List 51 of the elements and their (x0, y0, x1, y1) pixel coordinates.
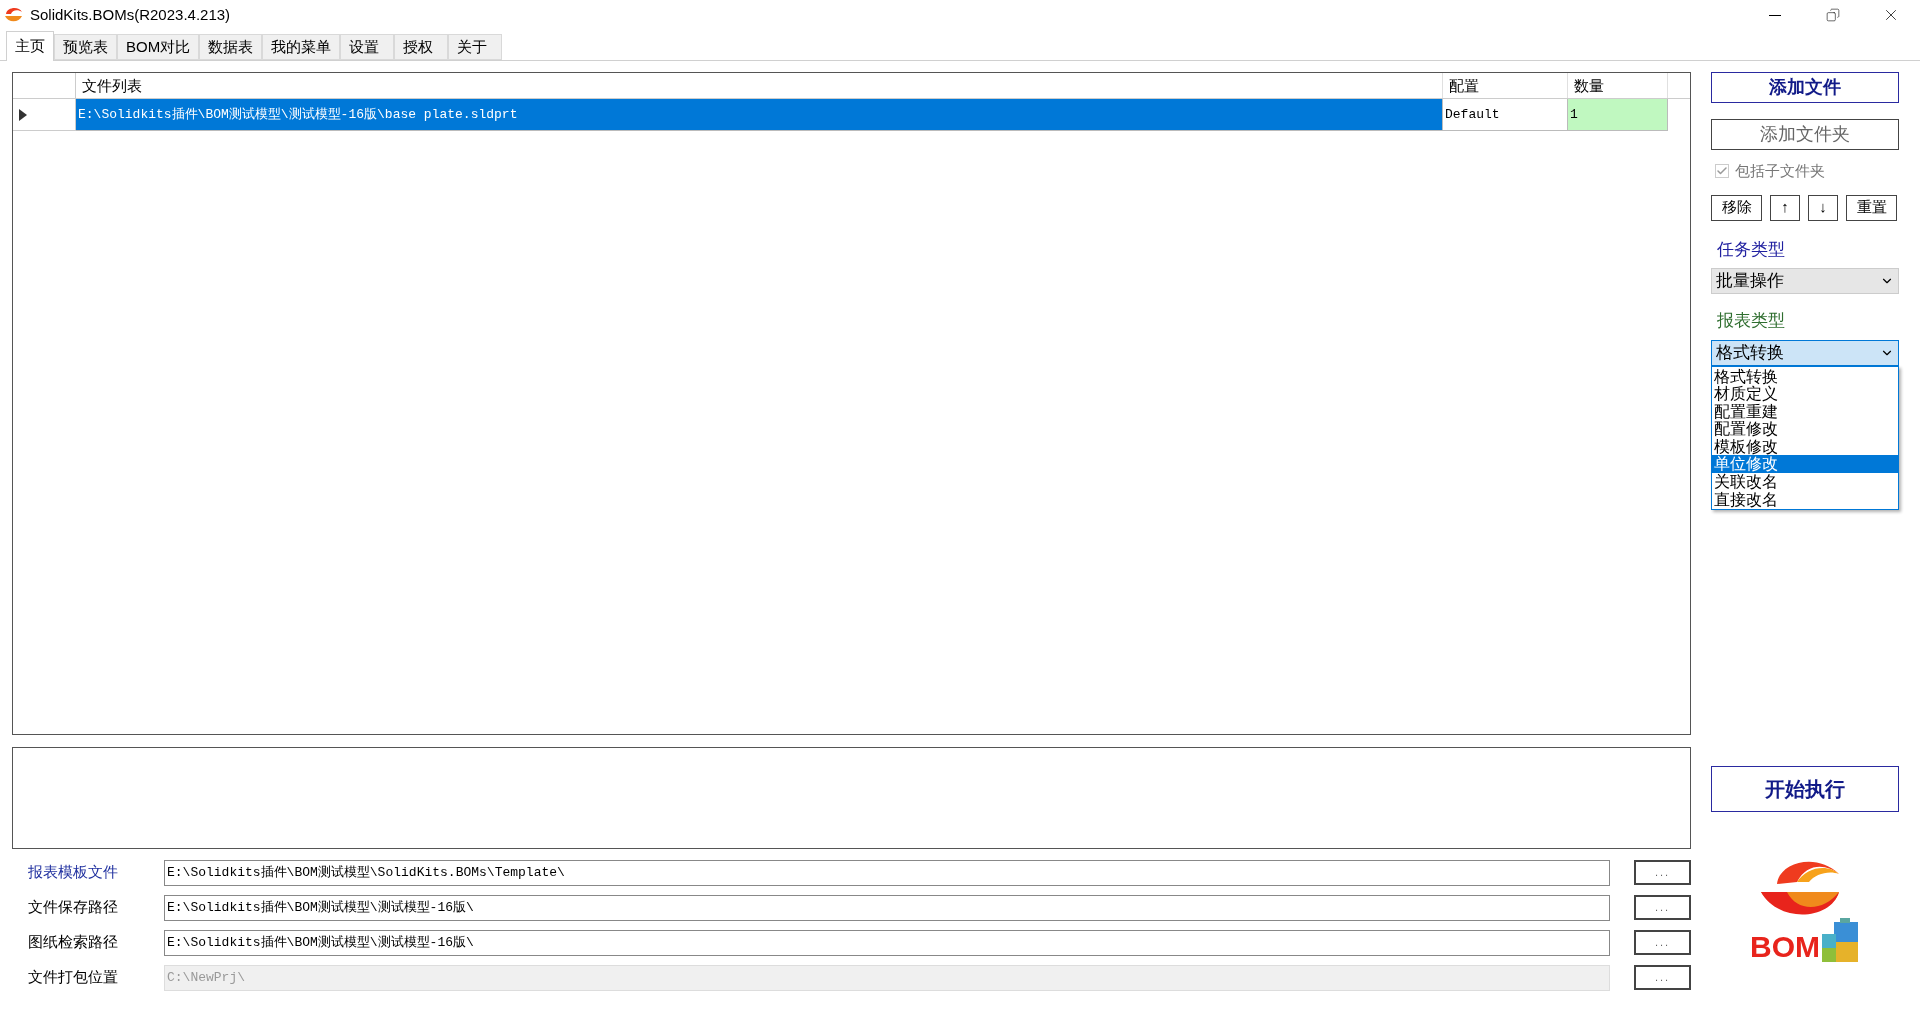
task-type-select[interactable]: 批量操作 (1711, 268, 1899, 294)
row-pointer-icon (19, 108, 27, 121)
checkbox-label: 包括子文件夹 (1735, 161, 1825, 181)
logo-text: BOM (1750, 931, 1820, 962)
dropdown-option[interactable]: 直接改名 (1712, 490, 1898, 509)
browse-button[interactable]: ... (1634, 930, 1691, 955)
path-field[interactable]: E:\Solidkits插件\BOM测试模型\SolidKits.BOMs\Template\ (164, 859, 1610, 886)
add-folder-button[interactable]: 添加文件夹 (1711, 119, 1899, 150)
column-header: 数量 (1568, 73, 1668, 98)
path-field[interactable]: E:\Solidkits插件\BOM测试模型\测试模型-16版\ (164, 894, 1610, 921)
table-cell: Default (1443, 99, 1568, 131)
tab[interactable]: 主页 (6, 31, 54, 61)
dropdown-option[interactable]: 单位修改 (1712, 455, 1898, 474)
start-button[interactable]: 开始执行 (1711, 765, 1899, 812)
dropdown-option[interactable]: 配置修改 (1712, 420, 1898, 438)
table-cell: 1 (1568, 99, 1668, 131)
report-type-label: 报表类型 (1716, 310, 1786, 332)
add-file-button[interactable]: 添加文件 (1711, 72, 1899, 103)
list-button[interactable]: 移除 (1711, 194, 1762, 221)
task-type-label: 任务类型 (1716, 238, 1786, 261)
list-button[interactable]: 重置 (1846, 194, 1897, 221)
path-label: 文件保存路径 (27, 897, 119, 918)
minimize-icon (1769, 14, 1781, 16)
dropdown-option[interactable]: 关联改名 (1712, 473, 1898, 491)
path-field[interactable]: E:\Solidkits插件\BOM测试模型\测试模型-16版\ (164, 929, 1610, 956)
window-title: SolidKits.BOMs(R2023.4.213) (30, 4, 231, 25)
tab[interactable]: BOM对比 (117, 34, 200, 60)
path-label: 文件打包位置 (27, 967, 119, 988)
tab[interactable]: 设置 (340, 34, 395, 60)
tab[interactable]: 关于 (448, 34, 503, 60)
list-button[interactable]: ↓ (1808, 194, 1838, 221)
report-type-select[interactable]: 格式转换 (1711, 339, 1899, 366)
app-logo-icon (4, 6, 24, 24)
dropdown-option[interactable]: 配置重建 (1712, 402, 1898, 421)
path-label: 图纸检索路径 (27, 932, 119, 953)
list-button[interactable]: ↑ (1770, 194, 1800, 221)
dropdown-option[interactable]: 材质定义 (1712, 385, 1898, 403)
buildings-icon (1822, 917, 1860, 962)
tab[interactable]: 授权 (394, 34, 449, 60)
column-header: 文件列表 (76, 73, 1443, 98)
browse-button[interactable]: ... (1634, 860, 1691, 885)
browse-button[interactable]: ... (1634, 895, 1691, 920)
restore-icon (1826, 8, 1840, 22)
dropdown-option[interactable]: 模板修改 (1712, 437, 1898, 456)
tab[interactable]: 我的菜单 (262, 34, 341, 60)
tab[interactable]: 数据表 (199, 34, 263, 60)
table-cell: E:\Solidkits插件\BOM测试模型\测试模型-16版\base plate.sldprt (76, 99, 1443, 131)
tab[interactable]: 预览表 (54, 34, 117, 60)
path-label: 报表模板文件 (27, 862, 119, 883)
dropdown-option[interactable]: 格式转换 (1712, 367, 1898, 386)
column-header: 配置 (1443, 73, 1568, 98)
